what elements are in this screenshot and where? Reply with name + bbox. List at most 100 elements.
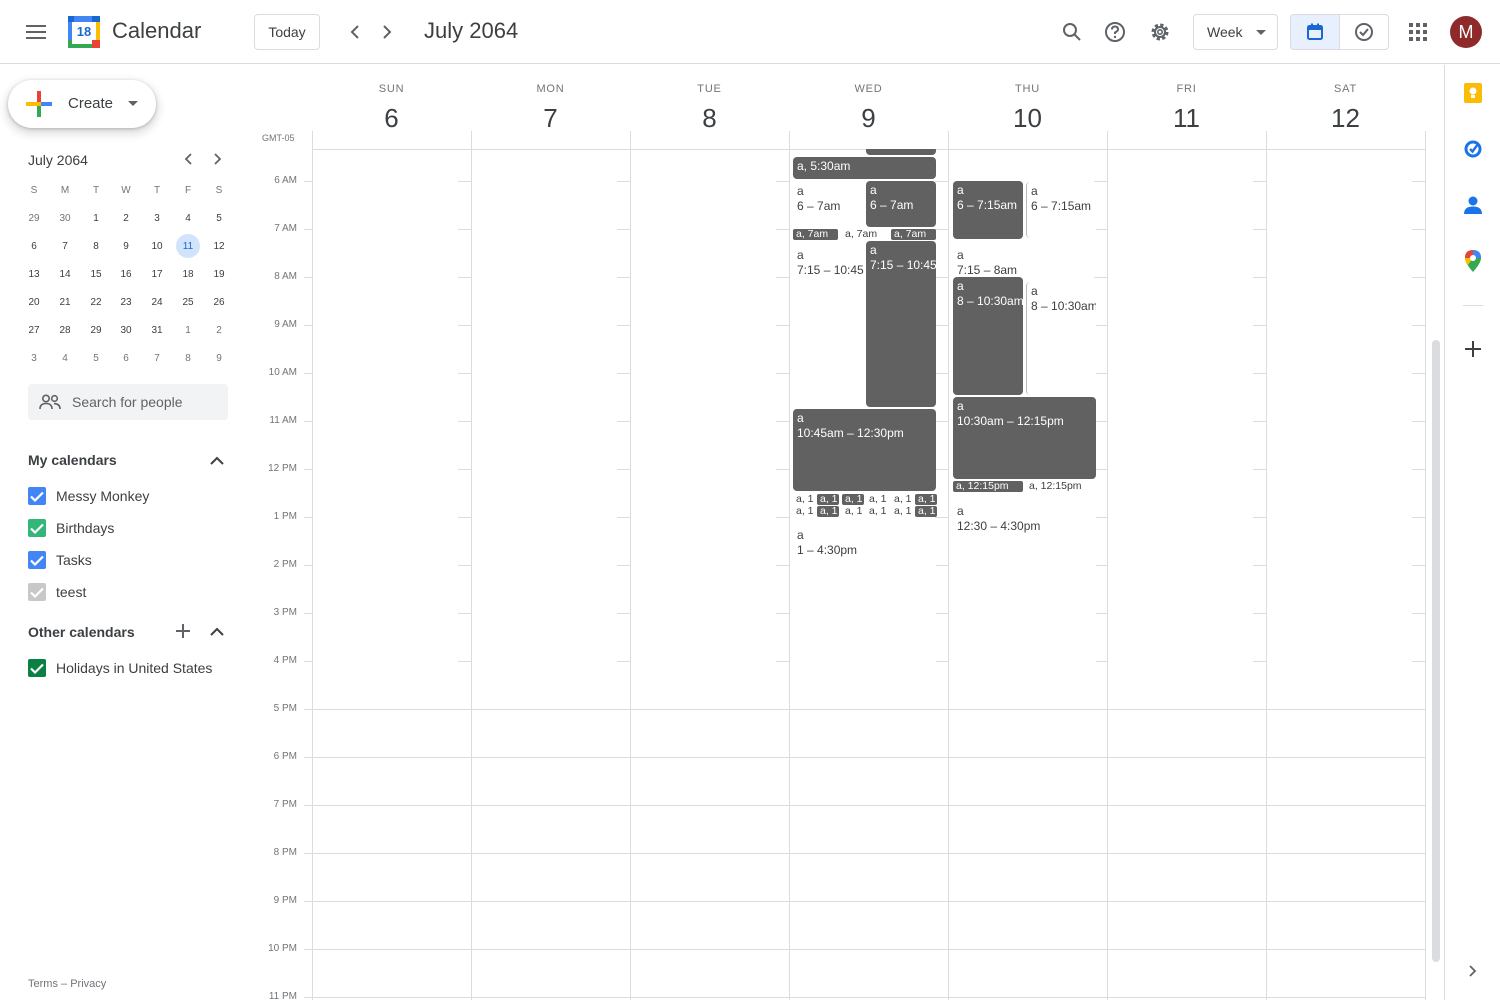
mini-day[interactable]: 13 xyxy=(22,262,46,286)
event-wed-1pm-item[interactable]: a, 1 xyxy=(891,494,913,505)
account-avatar[interactable]: M xyxy=(1450,16,1482,48)
day-number[interactable]: 6 xyxy=(312,103,471,134)
mini-day[interactable]: 28 xyxy=(53,318,77,342)
event-thu-8-1030-a[interactable]: a8 – 10:30am xyxy=(953,277,1023,395)
day-number[interactable]: 9 xyxy=(789,103,948,134)
mini-day[interactable]: 7 xyxy=(145,346,169,370)
contacts-button[interactable] xyxy=(1453,185,1493,225)
mini-day[interactable]: 15 xyxy=(84,262,108,286)
mini-day[interactable]: 1 xyxy=(176,318,200,342)
mini-day[interactable]: 30 xyxy=(53,206,77,230)
day-number[interactable]: 8 xyxy=(630,103,789,134)
event-wed-1pm-item[interactable]: a, 1 xyxy=(817,494,839,505)
event-wed-early[interactable] xyxy=(866,149,936,155)
mini-day[interactable]: 7 xyxy=(53,234,77,258)
event-wed-6-7am-b[interactable]: a6 – 7am xyxy=(866,181,936,227)
keep-button[interactable] xyxy=(1453,73,1493,113)
collapse-other-calendars-button[interactable] xyxy=(204,618,230,644)
event-thu-1215-a[interactable]: a, 12:15pm xyxy=(953,481,1023,492)
mini-day[interactable]: 16 xyxy=(114,262,138,286)
mini-day[interactable]: 5 xyxy=(207,206,231,230)
mini-day[interactable]: 2 xyxy=(207,318,231,342)
mini-day[interactable]: 1 xyxy=(84,206,108,230)
terms-link[interactable]: Terms xyxy=(28,978,58,990)
mini-day[interactable]: 5 xyxy=(84,346,108,370)
calendar-checkbox[interactable] xyxy=(28,519,46,537)
mini-day[interactable]: 29 xyxy=(22,206,46,230)
mini-day[interactable]: 23 xyxy=(114,290,138,314)
mini-prev-month-button[interactable] xyxy=(176,147,200,171)
event-wed-1-430pm[interactable]: a1 – 4:30pm xyxy=(793,526,936,676)
support-button[interactable] xyxy=(1095,12,1135,52)
mini-day[interactable]: 18 xyxy=(176,262,200,286)
event-wed-1pm-item[interactable]: a, 1 xyxy=(866,506,888,517)
event-wed-1pm-item[interactable]: a, 1 xyxy=(866,494,888,505)
event-thu-6-715-b[interactable]: a6 – 7:15am xyxy=(1026,182,1096,238)
mini-day[interactable]: 26 xyxy=(207,290,231,314)
event-wed-1pm-item[interactable]: a, 1 xyxy=(842,494,864,505)
maps-button[interactable] xyxy=(1453,241,1493,281)
create-button[interactable]: Create xyxy=(8,80,156,128)
event-wed-1pm-item[interactable]: a, 1 xyxy=(915,494,937,505)
mini-day[interactable]: 10 xyxy=(145,234,169,258)
mini-day[interactable]: 21 xyxy=(53,290,77,314)
day-number[interactable]: 7 xyxy=(471,103,630,134)
mini-day[interactable]: 22 xyxy=(84,290,108,314)
calendar-checkbox[interactable] xyxy=(28,487,46,505)
event-thu-1030-1215[interactable]: a 10:30am – 12:15pm xyxy=(953,397,1096,479)
calendar-view-toggle[interactable] xyxy=(1290,14,1340,50)
mini-day[interactable]: 20 xyxy=(22,290,46,314)
event-thu-1230-430pm[interactable]: a 12:30 – 4:30pm xyxy=(953,502,1096,676)
add-other-calendar-button[interactable] xyxy=(170,618,196,644)
mini-day[interactable]: 29 xyxy=(84,318,108,342)
tasks-view-toggle[interactable] xyxy=(1339,14,1389,50)
event-thu-1215-b[interactable]: a, 12:15pm xyxy=(1026,481,1096,492)
day-number[interactable]: 10 xyxy=(948,103,1107,134)
event-wed-1pm-item[interactable]: a, 1 xyxy=(793,506,815,517)
main-menu-button[interactable] xyxy=(16,12,56,52)
mini-day[interactable]: 11 xyxy=(176,234,200,258)
mini-day[interactable]: 12 xyxy=(207,234,231,258)
event-wed-715-1045-a[interactable]: a 7:15 – 10:45 xyxy=(793,246,865,406)
mini-day[interactable]: 27 xyxy=(22,318,46,342)
other-calendars-title[interactable]: Other calendars xyxy=(28,624,135,640)
mini-day[interactable]: 24 xyxy=(145,290,169,314)
day-number[interactable]: 12 xyxy=(1266,103,1425,134)
mini-next-month-button[interactable] xyxy=(206,147,230,171)
event-wed-1pm-item[interactable]: a, 1 xyxy=(817,506,839,517)
week-scrollbar[interactable] xyxy=(1432,340,1440,962)
event-wed-6-7am-a[interactable]: a6 – 7am xyxy=(793,182,865,228)
event-thu-6-715-a[interactable]: a6 – 7:15am xyxy=(953,181,1023,239)
event-wed-1pm-item[interactable]: a, 1 xyxy=(915,506,937,517)
google-apps-button[interactable] xyxy=(1398,12,1438,52)
mini-day[interactable]: 17 xyxy=(145,262,169,286)
mini-day[interactable]: 31 xyxy=(145,318,169,342)
mini-day[interactable]: 2 xyxy=(114,206,138,230)
privacy-link[interactable]: Privacy xyxy=(70,978,106,990)
search-people-input[interactable]: Search for people xyxy=(28,384,228,420)
hide-side-panel-button[interactable] xyxy=(1453,951,1493,991)
event-wed-715-1045-b[interactable]: a 7:15 – 10:45 xyxy=(866,241,936,407)
day-number[interactable]: 11 xyxy=(1107,103,1266,134)
get-addons-button[interactable] xyxy=(1453,329,1493,369)
event-wed-7am-3[interactable]: a, 7am xyxy=(891,229,936,240)
mini-day[interactable]: 19 xyxy=(207,262,231,286)
calendar-checkbox[interactable] xyxy=(28,551,46,569)
event-wed-7am-1[interactable]: a, 7am xyxy=(793,229,838,240)
mini-day[interactable]: 3 xyxy=(22,346,46,370)
mini-day[interactable]: 30 xyxy=(114,318,138,342)
mini-day[interactable]: 6 xyxy=(114,346,138,370)
event-thu-715-8am[interactable]: a 7:15 – 8am xyxy=(953,246,1096,278)
view-switcher[interactable]: Week xyxy=(1193,14,1278,50)
event-wed-7am-2[interactable]: a, 7am xyxy=(842,229,887,240)
settings-button[interactable] xyxy=(1140,12,1180,52)
search-button[interactable] xyxy=(1052,12,1092,52)
mini-day[interactable]: 9 xyxy=(114,234,138,258)
event-thu-8-1030-b[interactable]: a8 – 10:30am xyxy=(1026,282,1096,395)
calendar-checkbox[interactable] xyxy=(28,583,46,601)
mini-day[interactable]: 4 xyxy=(53,346,77,370)
event-wed-1045-1230[interactable]: a 10:45am – 12:30pm xyxy=(793,409,936,491)
mini-day[interactable]: 6 xyxy=(22,234,46,258)
mini-day[interactable]: 25 xyxy=(176,290,200,314)
next-week-button[interactable] xyxy=(367,12,407,52)
